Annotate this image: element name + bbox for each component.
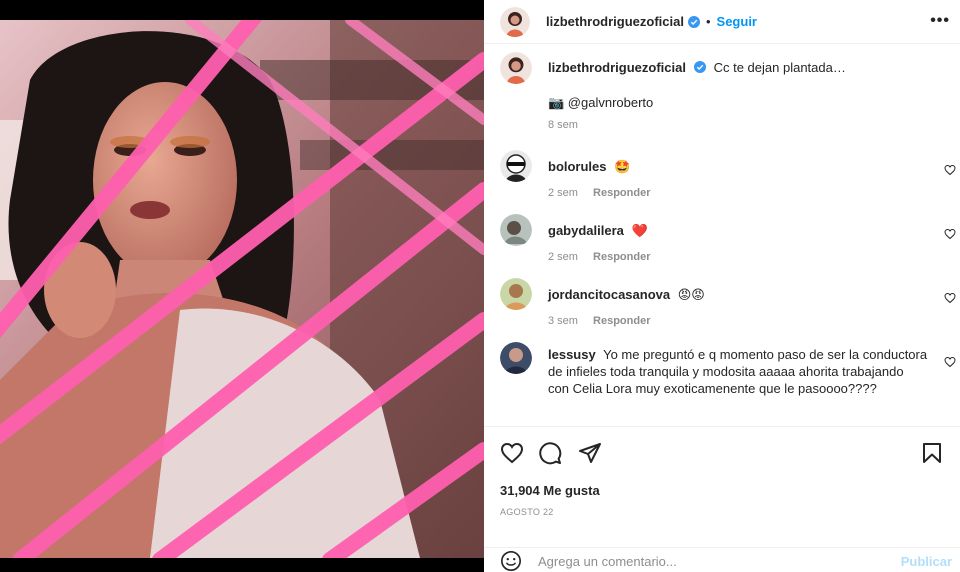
comment-input[interactable] <box>538 554 878 569</box>
post-date: AGOSTO 22 <box>500 507 554 517</box>
comment-row: gabydalilera ❤️ 2 sem Responder <box>484 214 960 278</box>
comment-text: 🤩 <box>614 159 631 174</box>
comment-text: 😡😡 <box>677 287 705 302</box>
commenter-avatar[interactable] <box>500 342 532 374</box>
instagram-post-modal: lizbethrodriguezoficial • Seguir ••• liz… <box>0 0 960 572</box>
caption-time: 8 sem <box>548 119 578 131</box>
avatar-image <box>500 278 532 310</box>
comment-text: Yo me preguntó e q momento paso de ser l… <box>548 347 928 396</box>
comment-bubble-icon[interactable] <box>538 441 562 465</box>
add-comment-bar: Publicar <box>484 547 960 572</box>
comment-meta: 3 sem Responder <box>548 313 928 330</box>
comment-like-icon[interactable] <box>944 356 956 368</box>
comment-like-icon[interactable] <box>944 292 956 304</box>
avatar-image <box>500 150 532 182</box>
comment-meta: 2 sem Responder <box>548 249 928 266</box>
author-avatar[interactable] <box>500 6 530 37</box>
comment-row: lessusy Yo me preguntó e q momento paso … <box>484 342 960 426</box>
more-options-icon[interactable]: ••• <box>930 12 950 30</box>
commenter-avatar[interactable] <box>500 214 532 246</box>
commenter-avatar[interactable] <box>500 278 532 310</box>
verified-badge-icon <box>687 15 700 28</box>
reply-button[interactable]: Responder <box>593 187 650 199</box>
caption-text: Cc te dejan plantada… <box>713 60 846 75</box>
post-header: lizbethrodriguezoficial • Seguir ••• <box>484 0 960 44</box>
post-side-panel: lizbethrodriguezoficial • Seguir ••• liz… <box>484 0 960 572</box>
post-media <box>0 0 484 572</box>
comments-list[interactable]: lizbethrodriguezoficial Cc te dejan plan… <box>484 52 960 426</box>
caption-body: lizbethrodriguezoficial Cc te dejan plan… <box>548 52 928 150</box>
comment-body: jordancitocasanova 😡😡 3 sem Responder <box>548 278 928 342</box>
comment-like-icon[interactable] <box>944 164 956 176</box>
comment-time: 2 sem <box>548 187 578 199</box>
comment-text: ❤️ <box>631 223 648 238</box>
comment-body: lessusy Yo me preguntó e q momento paso … <box>548 342 928 426</box>
comment-username[interactable]: gabydalilera <box>548 223 624 238</box>
comment-like-icon[interactable] <box>944 228 956 240</box>
comment-body: gabydalilera ❤️ 2 sem Responder <box>548 214 928 278</box>
post-footer: 31,904 Me gusta AGOSTO 22 Publicar <box>484 426 960 572</box>
like-count[interactable]: 31,904 Me gusta <box>500 483 600 498</box>
publish-button[interactable]: Publicar <box>901 554 952 569</box>
caption-credit[interactable]: 📷 @galvnroberto <box>548 94 928 111</box>
caption-row: lizbethrodriguezoficial Cc te dejan plan… <box>484 52 960 150</box>
heart-outline-icon[interactable] <box>500 441 524 465</box>
follow-button[interactable]: Seguir <box>717 14 757 29</box>
comment-body: bolorules 🤩 2 sem Responder <box>548 150 928 214</box>
comment-time: 2 sem <box>548 251 578 263</box>
avatar-image <box>500 6 530 37</box>
verified-badge-icon <box>693 61 706 73</box>
caption-avatar[interactable] <box>500 52 532 84</box>
caption-username[interactable]: lizbethrodriguezoficial <box>548 60 686 75</box>
comment-username[interactable]: jordancitocasanova <box>548 287 670 302</box>
comment-row: bolorules 🤩 2 sem Responder <box>484 150 960 214</box>
post-photo[interactable] <box>0 20 484 558</box>
bookmark-icon[interactable] <box>920 441 944 465</box>
avatar-image <box>500 52 532 84</box>
reply-button[interactable]: Responder <box>593 251 650 263</box>
avatar-image <box>500 342 532 374</box>
comment-row: jordancitocasanova 😡😡 3 sem Responder <box>484 278 960 342</box>
comment-username[interactable]: lessusy <box>548 347 596 362</box>
comment-username[interactable]: bolorules <box>548 159 607 174</box>
comment-meta: 2 sem Responder <box>548 185 928 202</box>
action-bar <box>500 441 944 467</box>
reply-button[interactable]: Responder <box>593 315 650 327</box>
avatar-image <box>500 214 532 246</box>
author-username[interactable]: lizbethrodriguezoficial <box>546 14 684 29</box>
smiley-icon[interactable] <box>500 550 522 572</box>
paper-plane-icon[interactable] <box>578 441 602 465</box>
separator-dot: • <box>705 14 711 29</box>
commenter-avatar[interactable] <box>500 150 532 182</box>
comment-time: 3 sem <box>548 315 578 327</box>
photo-illustration <box>0 20 484 558</box>
